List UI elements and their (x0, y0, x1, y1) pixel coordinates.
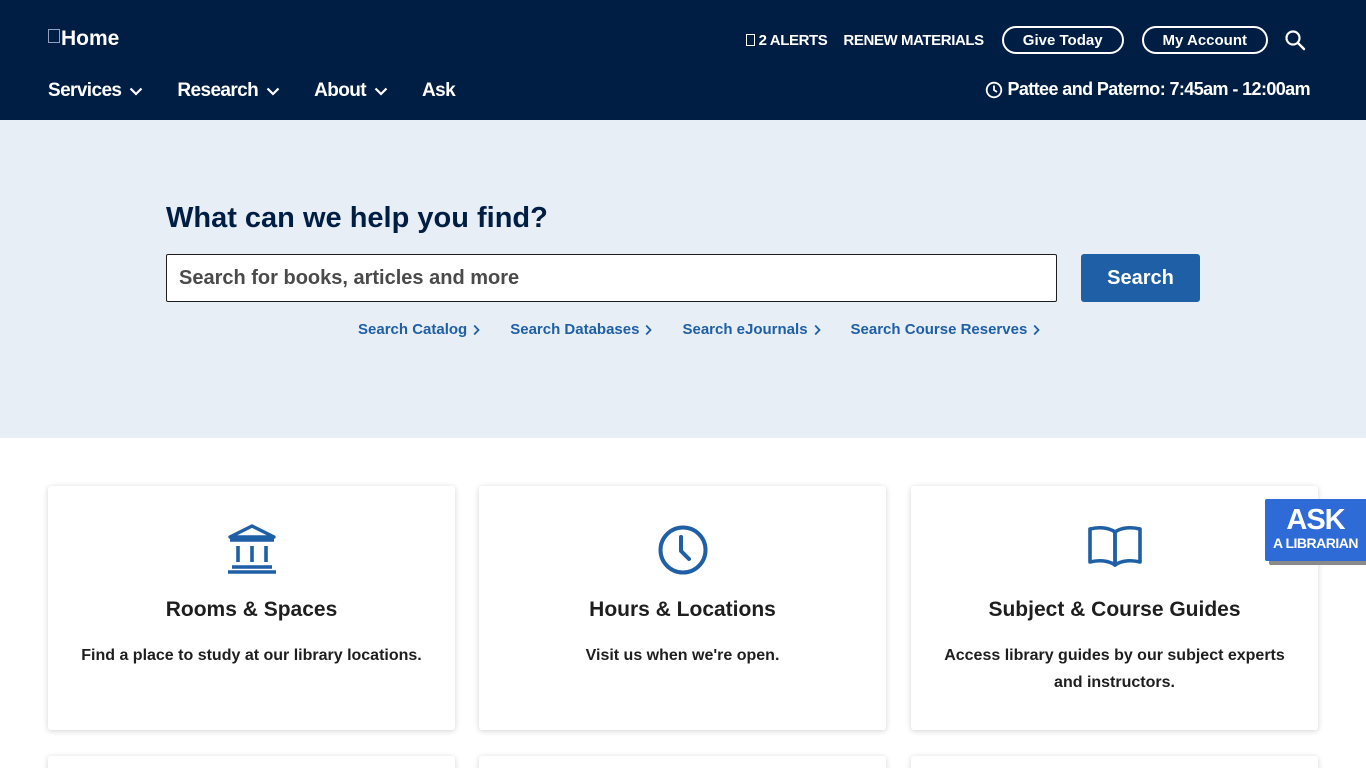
card-next-row[interactable] (479, 756, 886, 768)
card-hours-locations[interactable]: Hours & Locations Visit us when we're op… (479, 486, 886, 730)
chevron-down-icon (374, 87, 388, 96)
card-title: Rooms & Spaces (165, 598, 338, 621)
chevron-down-icon (266, 87, 280, 96)
search-course-reserves-label: Search Course Reserves (850, 321, 1028, 338)
chevron-right-icon (646, 324, 653, 335)
main-nav: Services Research About Ask (48, 78, 489, 104)
logo-alt-text: Home (61, 27, 120, 50)
alerts-label: 2 ALERTS (758, 31, 828, 49)
open-book-icon (1087, 525, 1142, 567)
card-title: Subject & Course Guides (988, 598, 1241, 621)
give-today-button[interactable]: Give Today (1001, 26, 1124, 54)
card-description: Visit us when we're open. (585, 647, 780, 664)
renew-materials-link[interactable]: RENEW MATERIALS (843, 32, 984, 49)
broken-image-icon (48, 29, 60, 43)
search-course-reserves-link[interactable]: Search Course Reserves (851, 321, 1041, 338)
search-input[interactable] (179, 266, 1056, 290)
nav-about[interactable]: About (314, 80, 388, 102)
card-title: Hours & Locations (589, 598, 776, 621)
card-description: Access library guides by our subject exp… (944, 647, 1285, 691)
home-logo-link[interactable]: Home (48, 27, 119, 51)
ask-small-text: A LIBRARIAN (1273, 535, 1358, 551)
search-field[interactable] (166, 254, 1057, 302)
chevron-down-icon (130, 87, 143, 96)
alert-icon (745, 33, 755, 46)
nav-about-label: About (314, 80, 367, 101)
card-next-row[interactable] (48, 756, 455, 768)
hours-link[interactable]: Pattee and Paterno: 7:45am - 12:00am (985, 79, 1311, 100)
ask-a-librarian-button[interactable]: ASK A LIBRARIAN (1265, 499, 1366, 561)
utility-nav: 2 ALERTS RENEW MATERIALS Give Today My A… (745, 25, 1306, 55)
search-catalog-link[interactable]: Search Catalog (358, 321, 480, 338)
search-databases-link[interactable]: Search Databases (510, 321, 653, 338)
nav-ask[interactable]: Ask (422, 80, 456, 102)
nav-services[interactable]: Services (48, 80, 143, 102)
search-button[interactable]: Search (1081, 254, 1200, 302)
clock-icon (658, 525, 707, 575)
my-account-button[interactable]: My Account (1141, 26, 1268, 54)
search-ejournals-label: Search eJournals (682, 321, 808, 338)
card-description: Find a place to study at our library loc… (81, 647, 422, 664)
library-building-icon (227, 524, 276, 574)
card-rooms-spaces[interactable]: Rooms & Spaces Find a place to study at … (48, 486, 455, 730)
chevron-right-icon (1033, 324, 1041, 335)
search-catalog-label: Search Catalog (358, 321, 468, 338)
search-hero: What can we help you find? Search Search… (0, 120, 1366, 438)
alerts-link[interactable]: 2 ALERTS (745, 31, 828, 49)
search-icon[interactable] (1284, 29, 1306, 51)
chevron-right-icon (473, 324, 480, 335)
ask-big-text: ASK (1286, 504, 1345, 536)
site-header: Home 2 ALERTS RENEW MATERIALS Give Today… (0, 0, 1366, 120)
search-quick-links: Search Catalog Search Databases Search e… (358, 321, 1070, 338)
chevron-right-icon (814, 324, 821, 335)
search-heading: What can we help you find? (166, 202, 548, 234)
card-next-row[interactable] (911, 756, 1318, 768)
search-ejournals-link[interactable]: Search eJournals (682, 321, 821, 338)
nav-research-label: Research (177, 80, 259, 101)
nav-research[interactable]: Research (177, 80, 280, 102)
nav-services-label: Services (48, 80, 122, 101)
card-subject-course-guides[interactable]: Subject & Course Guides Access library g… (911, 486, 1318, 730)
clock-icon (986, 81, 1003, 98)
hours-label: Pattee and Paterno: 7:45am - 12:00am (1007, 79, 1310, 99)
search-databases-label: Search Databases (510, 321, 640, 338)
